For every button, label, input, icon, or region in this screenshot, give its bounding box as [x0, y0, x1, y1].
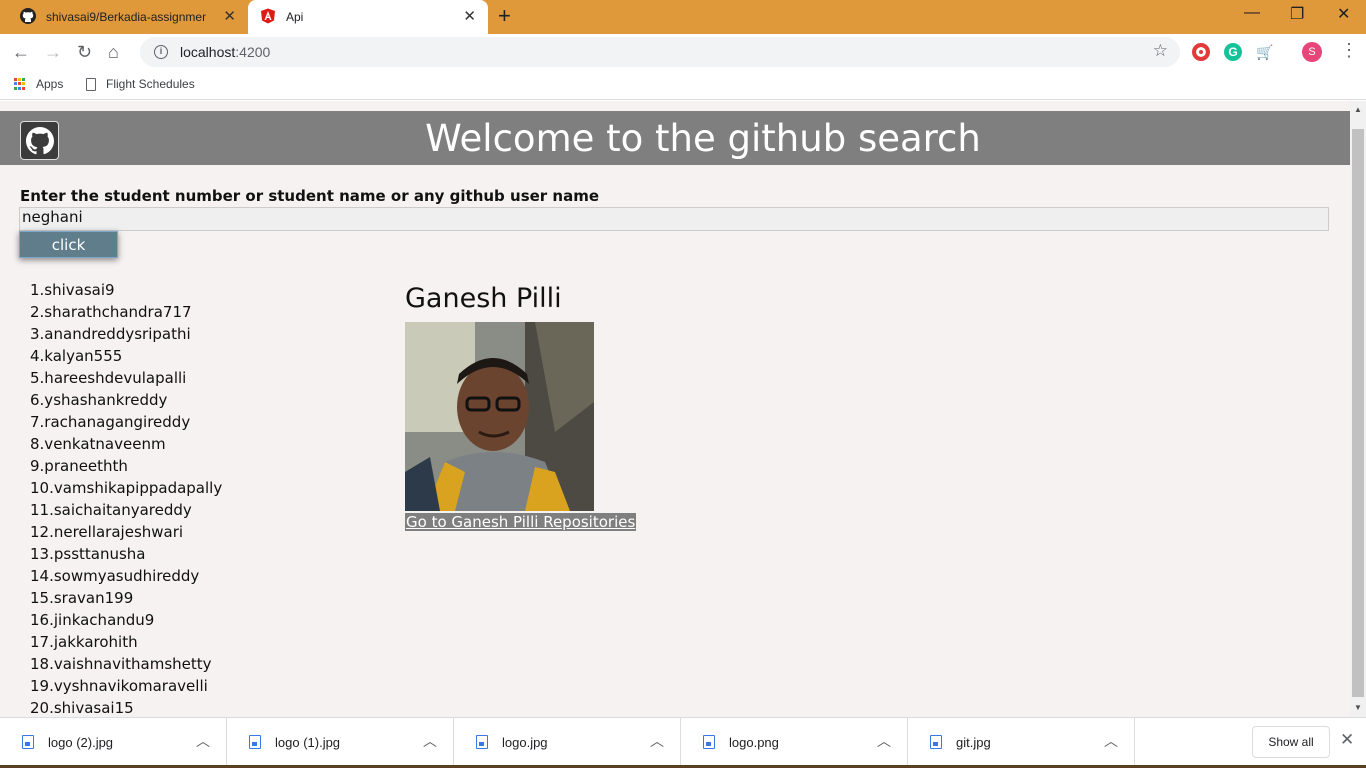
user-list-item[interactable]: 5.hareeshdevulapalli	[30, 367, 222, 389]
bookmark-flight-schedules[interactable]: Flight Schedules	[86, 77, 195, 91]
student-user-list: 1.shivasai9 2.sharathchandra717 3.anandr…	[30, 279, 222, 717]
close-icon[interactable]: ✕	[1340, 730, 1354, 750]
repositories-link[interactable]: Go to Ganesh Pilli Repositories	[405, 513, 637, 531]
download-filename: logo (2).jpg	[48, 734, 114, 750]
user-list-item[interactable]: 9.praneethth	[30, 455, 222, 477]
github-icon	[20, 7, 36, 27]
bookmarks-bar: Apps Flight Schedules	[0, 70, 1366, 100]
profile-name: Ganesh Pilli	[405, 283, 562, 314]
browser-toolbar: ← → ↻ ⌂ i localhost:4200 ☆ G 🛒 S ⋮	[0, 34, 1366, 70]
restore-icon[interactable]: ❐	[1290, 4, 1304, 24]
forward-arrow-icon[interactable]: →	[44, 40, 62, 64]
user-list-item[interactable]: 20.shivasai15	[30, 697, 222, 717]
user-list-item[interactable]: 13.pssttanusha	[30, 543, 222, 565]
download-item[interactable]: logo.png ︿	[681, 718, 908, 766]
user-list-item[interactable]: 15.sravan199	[30, 587, 222, 609]
scroll-thumb[interactable]	[1352, 129, 1364, 697]
search-prompt-label: Enter the student number or student name…	[20, 187, 600, 205]
download-filename: git.jpg	[956, 734, 991, 750]
image-file-icon	[476, 735, 488, 749]
user-list-item[interactable]: 18.vaishnavithamshetty	[30, 653, 222, 675]
user-list-item[interactable]: 7.rachanagangireddy	[30, 411, 222, 433]
user-list-item[interactable]: 3.anandreddysripathi	[30, 323, 222, 345]
user-list-item[interactable]: 19.vyshnavikomaravelli	[30, 675, 222, 697]
cart-icon[interactable]: 🛒	[1256, 43, 1274, 61]
download-item[interactable]: git.jpg ︿	[908, 718, 1135, 766]
apps-grid-icon	[14, 78, 26, 90]
url-host: localhost	[180, 44, 236, 60]
tab-title: Api	[286, 10, 304, 24]
user-list-item[interactable]: 1.shivasai9	[30, 279, 222, 301]
download-item[interactable]: logo (2).jpg ︿	[0, 718, 227, 766]
chevron-up-icon[interactable]: ︿	[877, 731, 891, 751]
home-icon[interactable]: ⌂	[108, 40, 119, 64]
download-filename: logo (1).jpg	[275, 734, 341, 750]
download-filename: logo.jpg	[502, 734, 548, 750]
window-close-icon[interactable]: ✕	[1337, 4, 1350, 24]
angular-icon	[260, 8, 276, 27]
image-file-icon	[930, 735, 942, 749]
chevron-up-icon[interactable]: ︿	[196, 731, 210, 751]
more-menu-icon[interactable]: ⋮	[1340, 40, 1358, 61]
profile-avatar-photo	[405, 322, 594, 511]
minimize-icon[interactable]: —	[1244, 4, 1260, 22]
user-list-item[interactable]: 6.yshashankreddy	[30, 389, 222, 411]
image-file-icon	[703, 735, 715, 749]
site-info-icon[interactable]: i	[154, 45, 168, 59]
user-list-item[interactable]: 4.kalyan555	[30, 345, 222, 367]
user-list-item[interactable]: 10.vamshikapippadapally	[30, 477, 222, 499]
search-button[interactable]: click	[19, 231, 118, 258]
user-list-item[interactable]: 8.venkatnaveenm	[30, 433, 222, 455]
profile-avatar[interactable]: S	[1302, 42, 1322, 62]
bookmark-label: Flight Schedules	[106, 77, 195, 91]
grammarly-icon[interactable]: G	[1224, 43, 1242, 61]
address-bar[interactable]: i localhost:4200 ☆	[140, 37, 1180, 67]
tab-api[interactable]: Api ✕	[248, 0, 488, 34]
page-scrollbar[interactable]: ▲ ▼	[1350, 101, 1366, 717]
page-title: Welcome to the github search	[425, 117, 981, 160]
tab-title: shivasai9/Berkadia-assignments	[46, 10, 206, 24]
user-list-item[interactable]: 2.sharathchandra717	[30, 301, 222, 323]
show-all-button[interactable]: Show all	[1252, 726, 1330, 758]
user-list-item[interactable]: 14.sowmyasudhireddy	[30, 565, 222, 587]
page-content: Welcome to the github search Enter the s…	[0, 101, 1350, 717]
image-file-icon	[249, 735, 261, 749]
download-filename: logo.png	[729, 734, 779, 750]
bookmark-label: Apps	[36, 77, 64, 91]
page-icon	[86, 77, 96, 91]
chevron-up-icon[interactable]: ︿	[423, 731, 437, 751]
url-port: :4200	[235, 44, 271, 60]
bookmark-star-icon[interactable]: ☆	[1153, 41, 1168, 61]
url-text: localhost:4200	[180, 44, 270, 60]
opera-extension-icon[interactable]	[1192, 43, 1210, 61]
bookmark-apps[interactable]: Apps	[14, 77, 63, 91]
close-icon[interactable]: ✕	[223, 9, 236, 25]
reload-icon[interactable]: ↻	[77, 40, 92, 64]
tab-github-repo[interactable]: shivasai9/Berkadia-assignments ✕	[8, 0, 248, 34]
download-item[interactable]: logo.jpg ︿	[454, 718, 681, 766]
scroll-up-arrow-icon[interactable]: ▲	[1354, 105, 1362, 114]
image-file-icon	[22, 735, 34, 749]
close-icon[interactable]: ✕	[463, 9, 476, 25]
chevron-up-icon[interactable]: ︿	[650, 731, 664, 751]
download-shelf: logo (2).jpg ︿ logo (1).jpg ︿ logo.jpg ︿…	[0, 717, 1366, 768]
new-tab-plus-icon[interactable]: +	[498, 4, 511, 28]
browser-tab-strip: shivasai9/Berkadia-assignments ✕ Api ✕ +…	[0, 0, 1366, 34]
user-list-item[interactable]: 12.nerellarajeshwari	[30, 521, 222, 543]
chevron-up-icon[interactable]: ︿	[1104, 731, 1118, 751]
header-banner: Welcome to the github search	[0, 111, 1350, 165]
user-list-item[interactable]: 11.saichaitanyareddy	[30, 499, 222, 521]
scroll-down-arrow-icon[interactable]: ▼	[1354, 703, 1362, 712]
user-list-item[interactable]: 17.jakkarohith	[30, 631, 222, 653]
download-item[interactable]: logo (1).jpg ︿	[227, 718, 454, 766]
back-arrow-icon[interactable]: ←	[12, 40, 30, 64]
user-list-item[interactable]: 16.jinkachandu9	[30, 609, 222, 631]
search-input[interactable]: neghani	[19, 207, 1329, 231]
